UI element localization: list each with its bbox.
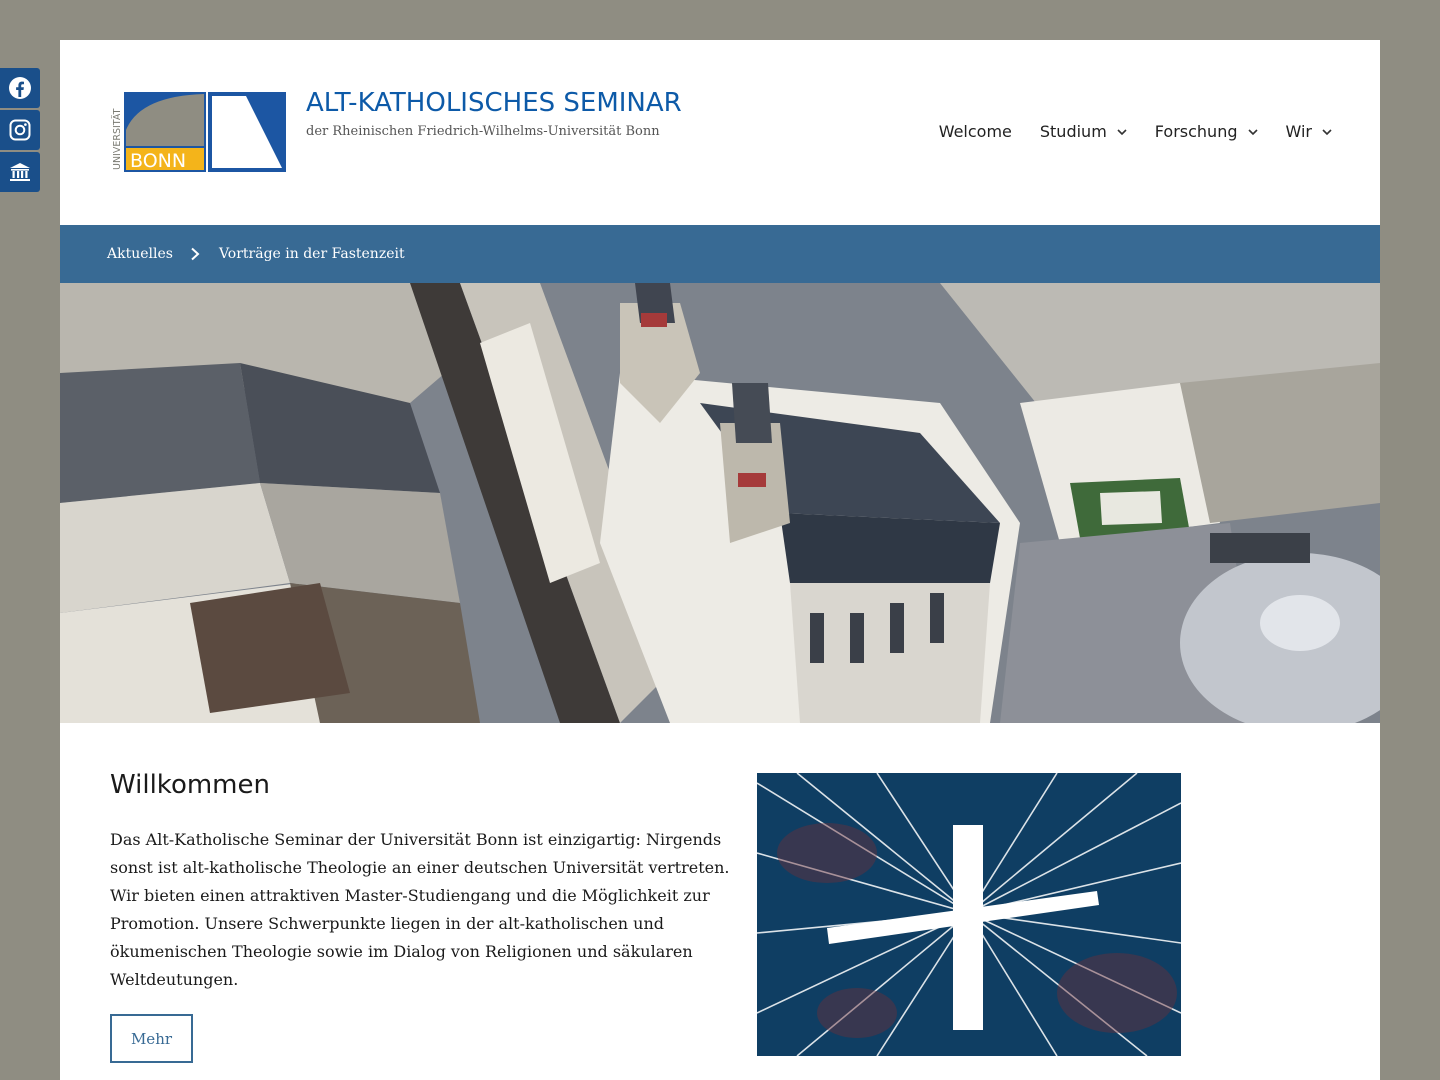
nav-item-forschung[interactable]: Forschung (1155, 122, 1258, 141)
chevron-down-icon[interactable] (1322, 127, 1332, 137)
university-link[interactable] (0, 152, 40, 192)
university-bonn-logo[interactable]: UNIVERSITÄT BONN (110, 90, 288, 174)
facebook-icon (9, 77, 31, 99)
nav-item-welcome[interactable]: Welcome (939, 122, 1012, 141)
cross-illustration (757, 773, 1181, 1056)
chevron-down-icon[interactable] (1247, 127, 1258, 137)
nav-label: Wir (1285, 122, 1313, 141)
main-navigation: Welcome Studium Forschung Wir (939, 122, 1332, 141)
subnav-item-vortraege[interactable]: Vorträge in der Fastenzeit (219, 246, 405, 262)
hero-illustration (60, 283, 1380, 723)
instagram-icon (9, 119, 31, 141)
nav-label: Welcome (938, 122, 1012, 141)
nav-item-studium[interactable]: Studium (1040, 122, 1127, 141)
facebook-link[interactable] (0, 68, 40, 108)
chevron-right-icon (191, 247, 200, 261)
subnav-item-aktuelles[interactable]: Aktuelles (107, 246, 173, 262)
site-description: der Rheinischen Friedrich-Wilhelms-Unive… (306, 124, 660, 139)
university-icon (10, 163, 30, 181)
chevron-down-icon[interactable] (1117, 127, 1127, 137)
cross-image (757, 773, 1181, 1056)
welcome-text: Das Alt-Katholische Seminar der Universi… (110, 830, 730, 989)
social-sidebar (0, 68, 40, 194)
site-title[interactable]: ALT-KATHOLISCHES SEMINAR (306, 88, 682, 118)
hero-image-aerial-city (60, 283, 1380, 723)
nav-item-wir[interactable]: Wir (1286, 122, 1333, 141)
logo-vertical-text: UNIVERSITÄT (112, 108, 123, 170)
secondary-navigation: Aktuelles Vorträge in der Fastenzeit (60, 225, 1380, 283)
logo-bonn-text: BONN (130, 150, 186, 172)
nav-label: Forschung (1154, 122, 1238, 141)
nav-label: Studium (1039, 122, 1107, 141)
more-button[interactable]: Mehr (110, 1014, 193, 1063)
site-header: UNIVERSITÄT BONN ALT-KATHOLISCHES SEMINA… (60, 40, 1380, 225)
instagram-link[interactable] (0, 110, 40, 150)
welcome-heading: Willkommen (110, 770, 270, 800)
page-container: UNIVERSITÄT BONN ALT-KATHOLISCHES SEMINA… (60, 40, 1380, 1080)
